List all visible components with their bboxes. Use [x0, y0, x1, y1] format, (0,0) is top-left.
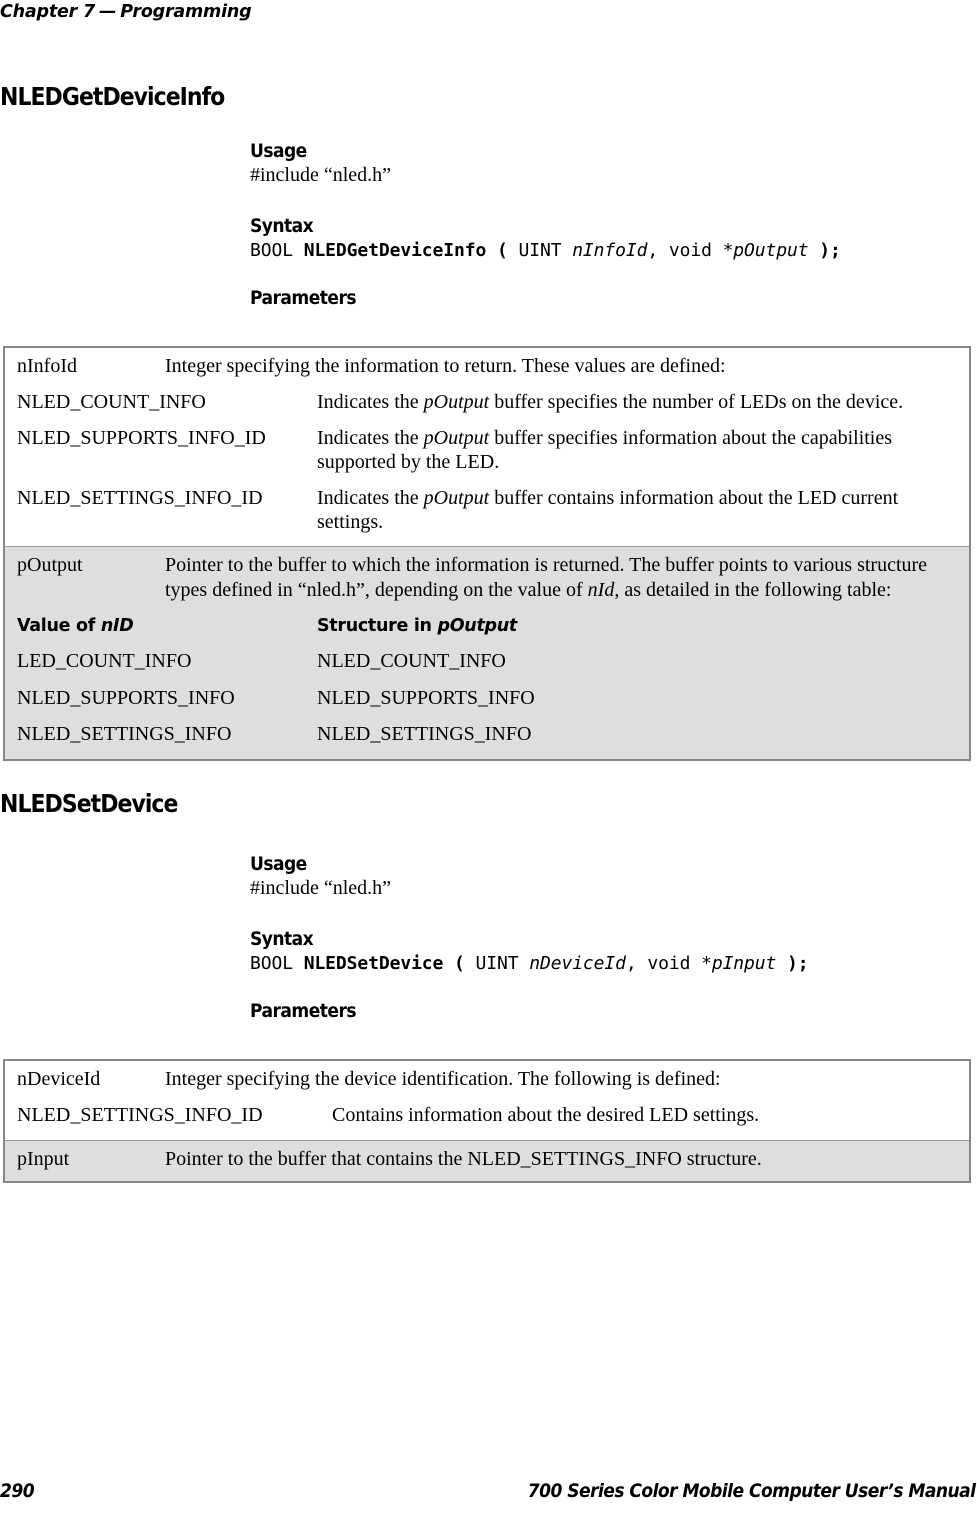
table-row: nDeviceId Integer specifying the device … — [5, 1061, 969, 1140]
column-header-value-emphasis: nID — [100, 616, 134, 637]
constant-name: NLED_COUNT_INFO — [17, 391, 206, 414]
value-definition-list: NLED_SETTINGS_INFO_ID Contains informati… — [17, 1103, 959, 1127]
constant-description: Indicates the pOutput buffer specifies t… — [317, 390, 959, 414]
constant-description-pre: Indicates the — [317, 486, 424, 509]
table-row: pInput Pointer to the buffer that contai… — [5, 1139, 969, 1182]
column-header-structure-text: Structure in — [317, 616, 438, 637]
syntax-arg1-name: nInfoId — [572, 240, 648, 261]
constant-description: Contains information about the desired L… — [332, 1104, 760, 1127]
column-header-structure: Structure in pOutput — [317, 616, 959, 637]
syntax-arg2-name: *pOutput — [722, 240, 809, 261]
usage-include-text: #include “nled.h” — [250, 877, 392, 899]
param-description: Integer specifying the information to re… — [165, 355, 726, 377]
cell-structure: NLED_SUPPORTS_INFO — [317, 686, 535, 709]
value-definition-list: NLED_COUNT_INFO Indicates the pOutput bu… — [17, 390, 959, 534]
section-body-nledgetdeviceinfo: Usage #include “nled.h” Syntax BOOL NLED… — [250, 140, 960, 309]
constant-name: NLED_SETTINGS_INFO_ID — [17, 486, 263, 509]
syntax-paren-open: ( — [454, 953, 465, 974]
list-item: NLED_COUNT_INFO Indicates the pOutput bu… — [17, 390, 959, 414]
parameters-table-nledsetdevice: nDeviceId Integer specifying the device … — [3, 1059, 971, 1184]
syntax-function-name: NLEDSetDevice — [303, 953, 444, 974]
parameters-label: Parameters — [250, 1000, 357, 1022]
constant-description-emphasis: pOutput — [423, 486, 490, 509]
syntax-paren-close: ); — [787, 953, 809, 974]
section-body-nledsetdevice: Usage #include “nled.h” Syntax BOOL NLED… — [250, 853, 960, 1022]
syntax-comma: , — [625, 953, 637, 974]
syntax-arg1-type: UINT — [475, 953, 519, 974]
param-name: nDeviceId — [17, 1068, 101, 1090]
syntax-return-type: BOOL — [250, 240, 293, 261]
table-row: NLED_SETTINGS_INFO NLED_SETTINGS_INFO — [17, 722, 959, 746]
usage-include-text: #include “nled.h” — [250, 164, 392, 186]
header-dash: — — [98, 2, 117, 22]
constant-description: Indicates the pOutput buffer contains in… — [317, 486, 959, 535]
constant-name: NLED_SUPPORTS_INFO_ID — [17, 426, 266, 449]
syntax-arg2-type: void — [647, 953, 691, 974]
usage-label: Usage — [250, 140, 307, 162]
parameters-table-nledgetdeviceinfo: nInfoId Integer specifying the informati… — [3, 346, 971, 761]
constant-description-pre: Indicates the — [317, 426, 424, 449]
table-row: NLED_SUPPORTS_INFO NLED_SUPPORTS_INFO — [17, 686, 959, 710]
param-description-post: , as detailed in the following table: — [614, 578, 892, 601]
header-chapter: Chapter 7 — [0, 2, 95, 22]
constant-description-post: buffer specifies the number of LEDs on t… — [489, 391, 904, 414]
running-header: Chapter 7— Programming — [0, 2, 252, 22]
constant-name: NLED_SETTINGS_INFO_ID — [17, 1104, 263, 1127]
syntax-arg2-type: void — [668, 240, 712, 261]
syntax-arg1-type: UINT — [518, 240, 562, 261]
table-row: LED_COUNT_INFO NLED_COUNT_INFO — [17, 649, 959, 673]
table-row: nInfoId Integer specifying the informati… — [5, 348, 969, 547]
function-heading-nledsetdevice: NLEDSetDevice — [0, 789, 178, 818]
column-header-value: Value of nID — [17, 616, 317, 637]
syntax-paren-close: ); — [819, 240, 841, 261]
cell-value: NLED_SUPPORTS_INFO — [17, 686, 235, 709]
header-chapter-title: Programming — [120, 2, 252, 22]
syntax-return-type: BOOL — [250, 953, 293, 974]
page-number: 290 — [0, 1480, 35, 1502]
table-header-row: Value of nID Structure in pOutput — [17, 616, 959, 637]
param-description: Integer specifying the device identifica… — [165, 1068, 721, 1090]
constant-description-pre: Indicates the — [317, 391, 424, 414]
value-structure-table: Value of nID Structure in pOutput LED_CO… — [17, 616, 959, 747]
syntax-arg2-name: *pInput — [701, 953, 777, 974]
param-name: nInfoId — [17, 355, 77, 377]
table-row: pOutput Pointer to the buffer to which t… — [5, 546, 969, 759]
list-item: NLED_SUPPORTS_INFO_ID Indicates the pOut… — [17, 426, 959, 475]
parameters-label: Parameters — [250, 287, 357, 309]
constant-description-emphasis: pOutput — [423, 391, 490, 414]
syntax-label: Syntax — [250, 928, 314, 950]
param-name: pOutput — [17, 554, 83, 577]
param-name: pInput — [17, 1147, 70, 1170]
syntax-paren-open: ( — [496, 240, 508, 261]
constant-description: Indicates the pOutput buffer specifies i… — [317, 426, 959, 475]
list-item: NLED_SETTINGS_INFO_ID Indicates the pOut… — [17, 486, 959, 535]
cell-structure: NLED_SETTINGS_INFO — [317, 723, 532, 746]
constant-description-emphasis: pOutput — [423, 426, 490, 449]
page-footer: 290 700 Series Color Mobile Computer Use… — [0, 1478, 977, 1502]
syntax-comma: , — [647, 240, 659, 261]
param-description-emphasis: nId — [587, 578, 615, 601]
syntax-label: Syntax — [250, 215, 314, 237]
cell-value: LED_COUNT_INFO — [17, 650, 192, 673]
syntax-function-name: NLEDGetDeviceInfo — [303, 240, 487, 261]
syntax-signature: BOOL NLEDGetDeviceInfo ( UINT nInfoId, v… — [250, 240, 960, 261]
param-description: Pointer to the buffer to which the infor… — [165, 553, 959, 602]
syntax-signature: BOOL NLEDSetDevice ( UINT nDeviceId, voi… — [250, 953, 960, 974]
function-heading-nledgetdeviceinfo: NLEDGetDeviceInfo — [0, 82, 225, 111]
list-item: NLED_SETTINGS_INFO_ID Contains informati… — [17, 1103, 959, 1127]
manual-title: 700 Series Color Mobile Computer User’s … — [527, 1480, 975, 1502]
syntax-arg1-name: nDeviceId — [529, 953, 626, 974]
cell-value: NLED_SETTINGS_INFO — [17, 723, 232, 746]
usage-label: Usage — [250, 853, 307, 875]
cell-structure: NLED_COUNT_INFO — [317, 650, 506, 673]
param-description: Pointer to the buffer that contains the … — [165, 1147, 762, 1170]
column-header-structure-emphasis: pOutput — [437, 616, 518, 637]
column-header-value-text: Value of — [17, 616, 101, 637]
